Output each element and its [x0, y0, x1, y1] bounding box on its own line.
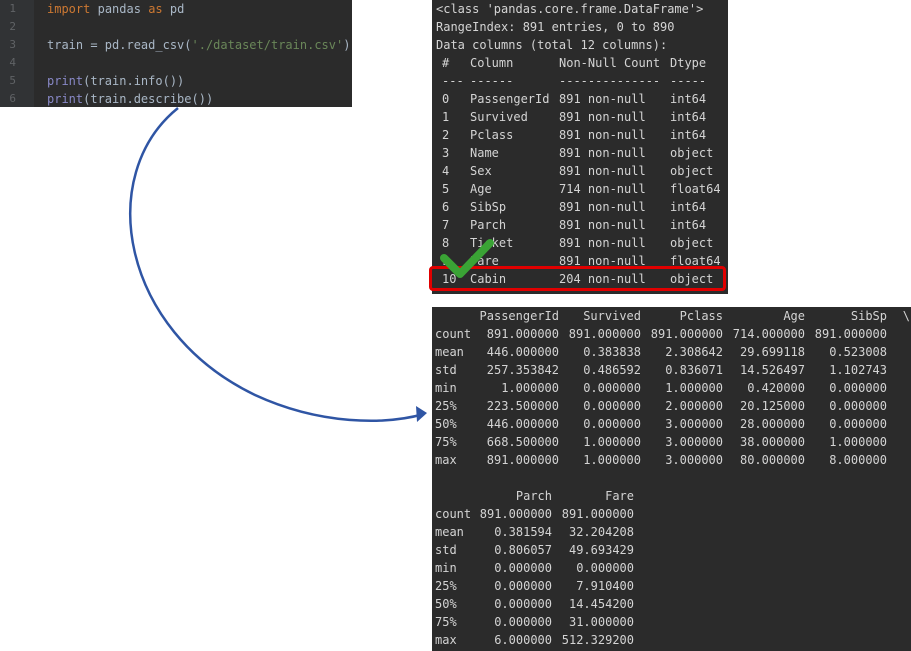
annotation-overlay	[129, 107, 494, 422]
curved-arrow-icon	[129, 107, 427, 422]
checkmark-icon	[440, 239, 494, 278]
